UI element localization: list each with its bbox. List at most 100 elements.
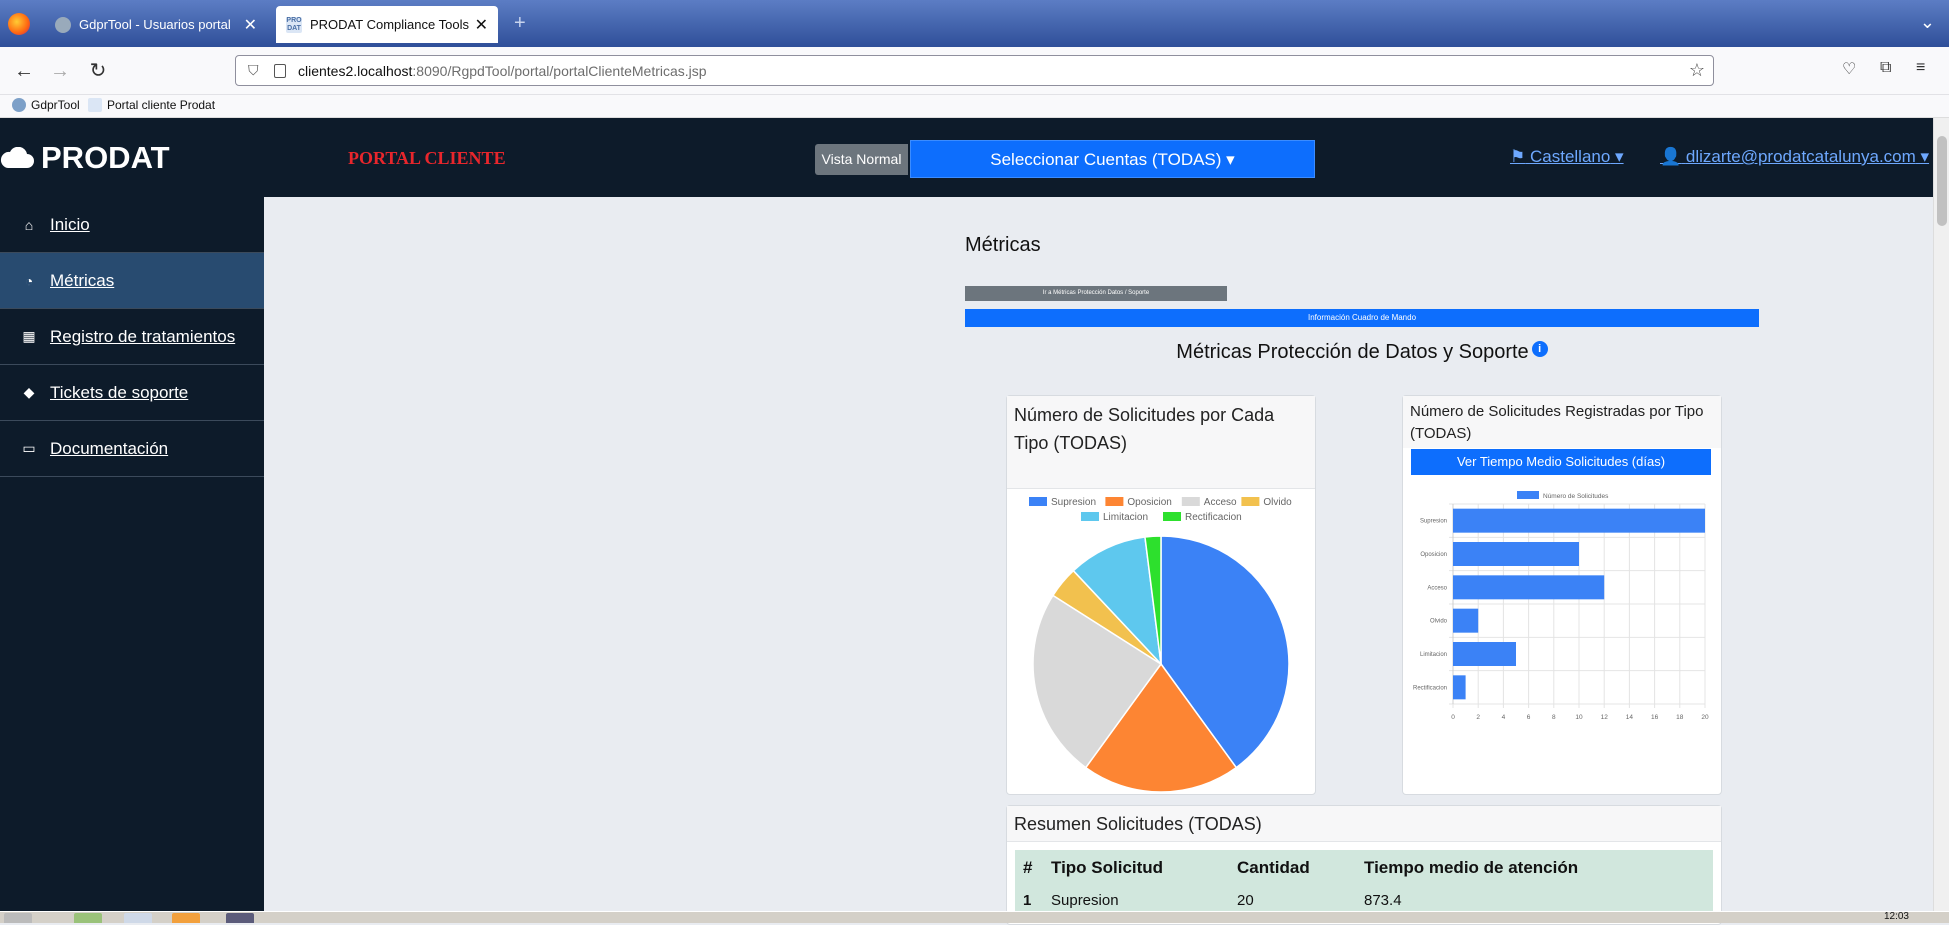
bar-limitacion[interactable] [1453, 642, 1516, 666]
user-icon: 👤 [1660, 147, 1682, 166]
sidebar-item-tickets[interactable]: ◆ Tickets de soporte [0, 365, 264, 421]
resumen-card: Resumen Solicitudes (TODAS) # Tipo Solic… [1006, 805, 1722, 925]
bar-supresion[interactable] [1453, 508, 1705, 533]
browser-tab-bar: GdprTool - Usuarios portal ✕ PRO DAT PROD… [0, 0, 1949, 47]
legend-label: Oposicion [1127, 497, 1171, 508]
close-icon[interactable]: ✕ [244, 15, 257, 35]
close-icon[interactable]: ✕ [475, 15, 488, 35]
tab-label: PRODAT Compliance Tools [310, 17, 469, 32]
portal-label: PORTAL CLIENTE [348, 148, 506, 168]
x-tick-label: 0 [1451, 714, 1455, 721]
column-header: Tiempo medio de atención [1356, 850, 1713, 886]
legend-label: Rectificacion [1185, 512, 1242, 523]
table-cell: 1 [1015, 886, 1043, 914]
globe-icon [12, 98, 26, 112]
x-tick-label: 2 [1476, 714, 1480, 721]
bar-chart: Número de Solicitudes 0 2 4 6 8 10 12 14 16 18 20 Su… [1413, 491, 1709, 721]
legend-label: Supresion [1051, 497, 1096, 508]
back-arrow-icon[interactable]: ← [10, 57, 38, 85]
vista-normal-button[interactable]: Vista Normal [815, 144, 908, 175]
extensions-icon[interactable]: ⧉ [1880, 59, 1891, 77]
legend-label: Acceso [1204, 497, 1237, 508]
legend-swatch [1029, 497, 1047, 506]
language-dropdown[interactable]: ⚑ Castellano ▾ [1510, 147, 1624, 167]
column-header: # [1015, 850, 1043, 886]
new-tab-icon[interactable]: + [514, 12, 526, 35]
dashboard-icon: ◔ [24, 272, 34, 289]
legend-item[interactable]: Olvido [1241, 497, 1292, 508]
url-bar[interactable]: ⛉ clientes2.localhost:8090/RgpdTool/port… [235, 55, 1714, 86]
bar-acceso[interactable] [1453, 575, 1605, 600]
sidebar-item-metricas[interactable]: ◔ Métricas [0, 253, 264, 309]
taskbar-app-icon[interactable] [226, 913, 254, 923]
pocket-icon[interactable]: ♡ [1842, 59, 1856, 79]
caret-down-icon: ▾ [1226, 150, 1235, 169]
legend-item[interactable]: Supresion [1029, 497, 1096, 508]
legend-swatch [1181, 497, 1200, 506]
sidebar-item-registro[interactable]: ▦ Registro de tratamientos [0, 309, 264, 365]
y-tick-label: Supresion [1420, 519, 1447, 525]
firefox-logo-icon[interactable] [8, 13, 30, 35]
forward-arrow-icon[interactable]: → [46, 57, 74, 85]
table-cell: 20 [1229, 886, 1356, 914]
legend-swatch [1517, 491, 1539, 499]
chevron-down-icon[interactable]: ⌄ [1920, 12, 1935, 33]
taskbar-app-icon[interactable] [74, 913, 102, 923]
globe-icon [55, 16, 71, 33]
select-accounts-dropdown[interactable]: Seleccionar Cuentas (TODAS) ▾ [910, 140, 1315, 178]
legend-label: Número de Solicitudes [1543, 493, 1609, 500]
bookmark-gdprtool[interactable]: GdprTool [12, 98, 80, 112]
tab-prodat[interactable]: PRO DAT PRODAT Compliance Tools ✕ [276, 6, 498, 43]
legend-item[interactable]: Rectificacion [1163, 512, 1242, 523]
folder-open-icon: ▭ [22, 440, 36, 456]
url-text[interactable]: clientes2.localhost:8090/RgpdTool/portal… [298, 63, 707, 79]
reload-icon[interactable]: ↻ [84, 57, 112, 85]
shield-icon[interactable]: ⛉ [248, 62, 262, 79]
ver-tiempo-medio-button[interactable]: Ver Tiempo Medio Solicitudes (días) [1411, 449, 1711, 475]
table-cell: 873.4 [1356, 886, 1713, 914]
page-icon[interactable] [274, 63, 286, 78]
bar-card-title: Número de Solicitudes Registradas por Ti… [1403, 396, 1721, 448]
legend-item[interactable]: Acceso [1181, 497, 1237, 508]
prodat-favicon-icon: PRO DAT [286, 16, 302, 33]
table-cell: Supresion [1043, 886, 1229, 914]
brand-logo[interactable]: PRODAT [0, 140, 170, 176]
bar-olvido[interactable] [1453, 608, 1479, 633]
user-dropdown[interactable]: 👤 dlizarte@prodatcatalunya.com ▾ [1660, 147, 1929, 167]
bar-rectificacion[interactable] [1453, 675, 1466, 700]
scrollbar-thumb[interactable] [1937, 136, 1947, 226]
taskbar-app-icon[interactable] [124, 913, 152, 923]
page-title: Métricas [965, 234, 1041, 256]
home-icon: ⌂ [24, 216, 34, 233]
x-tick-label: 4 [1502, 714, 1506, 721]
y-tick-label: Limitacion [1420, 652, 1447, 658]
vertical-scrollbar[interactable] [1933, 118, 1949, 911]
legend-item[interactable]: Número de Solicitudes [1517, 491, 1609, 500]
bar-oposicion[interactable] [1453, 542, 1579, 566]
section-title: Métricas Protección de Datos y Soporte i [914, 341, 1810, 364]
pie-card-title: Número de Solicitudes por Cada Tipo (TOD… [1007, 396, 1315, 489]
bar-chart-card: Número de Solicitudes Registradas por Ti… [1402, 395, 1722, 795]
sidebar-item-documentacion[interactable]: ▭ Documentación [0, 421, 264, 477]
legend-item[interactable]: Oposicion [1105, 497, 1172, 508]
legend-label: Limitacion [1103, 512, 1148, 523]
start-button[interactable] [4, 913, 32, 923]
info-cuadro-mando-button[interactable]: Información Cuadro de Mando [965, 309, 1759, 327]
legend-item[interactable]: Limitacion [1081, 512, 1148, 523]
caret-down-icon: ▾ [1920, 147, 1930, 166]
menu-icon[interactable]: ≡ [1916, 59, 1925, 77]
info-icon[interactable]: i [1531, 341, 1548, 357]
tab-gdprtool[interactable]: GdprTool - Usuarios portal ✕ [45, 6, 267, 43]
resumen-table: # Tipo Solicitud Cantidad Tiempo medio d… [1015, 850, 1713, 914]
goto-metricas-button[interactable]: Ir a Métricas Protección Datos / Soporte [965, 286, 1227, 301]
y-tick-label: Rectificacion [1413, 685, 1447, 691]
firefox-taskbar-icon[interactable] [172, 913, 200, 923]
x-tick-label: 14 [1626, 714, 1634, 721]
tab-label: GdprTool - Usuarios portal [79, 17, 231, 32]
bookmark-portal-cliente[interactable]: Portal cliente Prodat [88, 98, 215, 112]
bookmark-star-icon[interactable]: ☆ [1689, 60, 1705, 81]
sidebar-item-inicio[interactable]: ⌂ Inicio [0, 197, 264, 253]
column-header: Tipo Solicitud [1043, 850, 1229, 886]
tag-icon: ◆ [23, 384, 35, 400]
bookmarks-bar: GdprTool Portal cliente Prodat [0, 95, 1949, 118]
